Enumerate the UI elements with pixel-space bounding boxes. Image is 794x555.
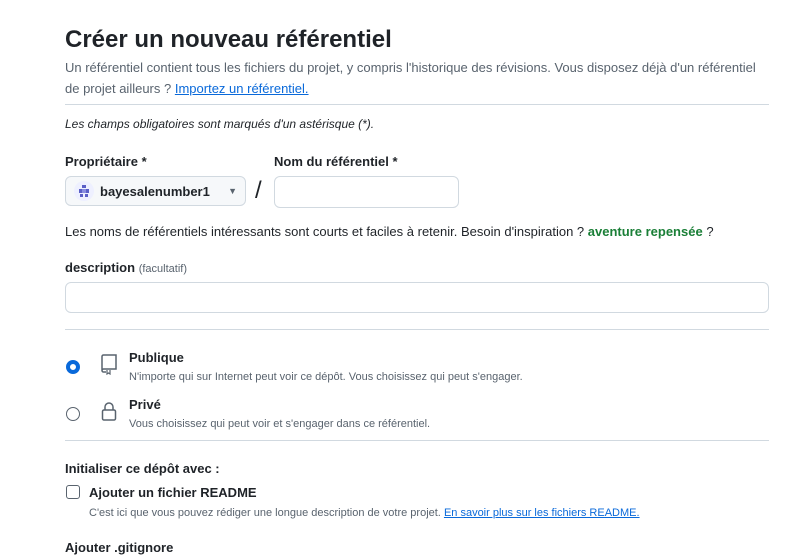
readme-checkbox[interactable] bbox=[66, 485, 80, 499]
initialize-label: Initialiser ce dépôt avec : bbox=[65, 461, 220, 476]
page-title: Créer un nouveau référentiel bbox=[65, 26, 392, 53]
repo-icon bbox=[101, 354, 117, 375]
visibility-private-desc: Vous choisissez qui peut voir et s'engag… bbox=[129, 418, 431, 430]
readme-desc-text: C'est ici que vous pouvez rédiger une lo… bbox=[89, 507, 441, 519]
gitignore-label: Ajouter .gitignore bbox=[65, 540, 174, 555]
required-note: Les champs obligatoires sont marqués d'u… bbox=[65, 117, 375, 131]
owner-dropdown[interactable]: bayesalenumber1 ▼ bbox=[65, 176, 246, 206]
owner-repo-separator: / bbox=[255, 177, 262, 204]
description-label: description (facultatif) bbox=[65, 260, 187, 275]
name-suggestion[interactable]: aventure repensée bbox=[588, 224, 703, 239]
visibility-public-radio[interactable] bbox=[66, 360, 80, 374]
owner-label: Propriétaire * bbox=[65, 154, 147, 169]
divider bbox=[65, 440, 769, 441]
repo-name-label: Nom du référentiel * bbox=[274, 154, 398, 169]
name-hint-text: Les noms de référentiels intéressants so… bbox=[65, 224, 585, 239]
import-repo-link[interactable]: Importez un référentiel. bbox=[175, 81, 309, 96]
description-label-text: description bbox=[65, 260, 136, 275]
readme-desc: C'est ici que vous pouvez rédiger une lo… bbox=[89, 507, 640, 519]
readme-learn-more-link[interactable]: En savoir plus sur les fichiers README. bbox=[444, 507, 640, 519]
caret-down-icon: ▼ bbox=[228, 186, 237, 196]
divider bbox=[65, 329, 769, 330]
identicon-avatar bbox=[74, 181, 94, 201]
visibility-private-title[interactable]: Privé bbox=[129, 397, 161, 412]
intro-text: Un référentiel contient tous les fichier… bbox=[65, 57, 765, 99]
name-hint: Les noms de référentiels intéressants so… bbox=[65, 224, 714, 239]
visibility-public-desc: N'importe qui sur Internet peut voir ce … bbox=[129, 371, 523, 383]
name-hint-suffix: ? bbox=[706, 224, 714, 239]
description-input[interactable] bbox=[65, 282, 769, 313]
repo-name-input[interactable] bbox=[274, 176, 459, 208]
visibility-public-title[interactable]: Publique bbox=[129, 350, 184, 365]
visibility-private-radio[interactable] bbox=[66, 407, 80, 421]
divider bbox=[65, 104, 769, 105]
owner-name: bayesalenumber1 bbox=[100, 183, 210, 199]
lock-icon bbox=[101, 402, 117, 421]
description-optional: (facultatif) bbox=[138, 263, 187, 275]
readme-label[interactable]: Ajouter un fichier README bbox=[89, 485, 257, 500]
intro-text-body: Un référentiel contient tous les fichier… bbox=[65, 60, 756, 96]
